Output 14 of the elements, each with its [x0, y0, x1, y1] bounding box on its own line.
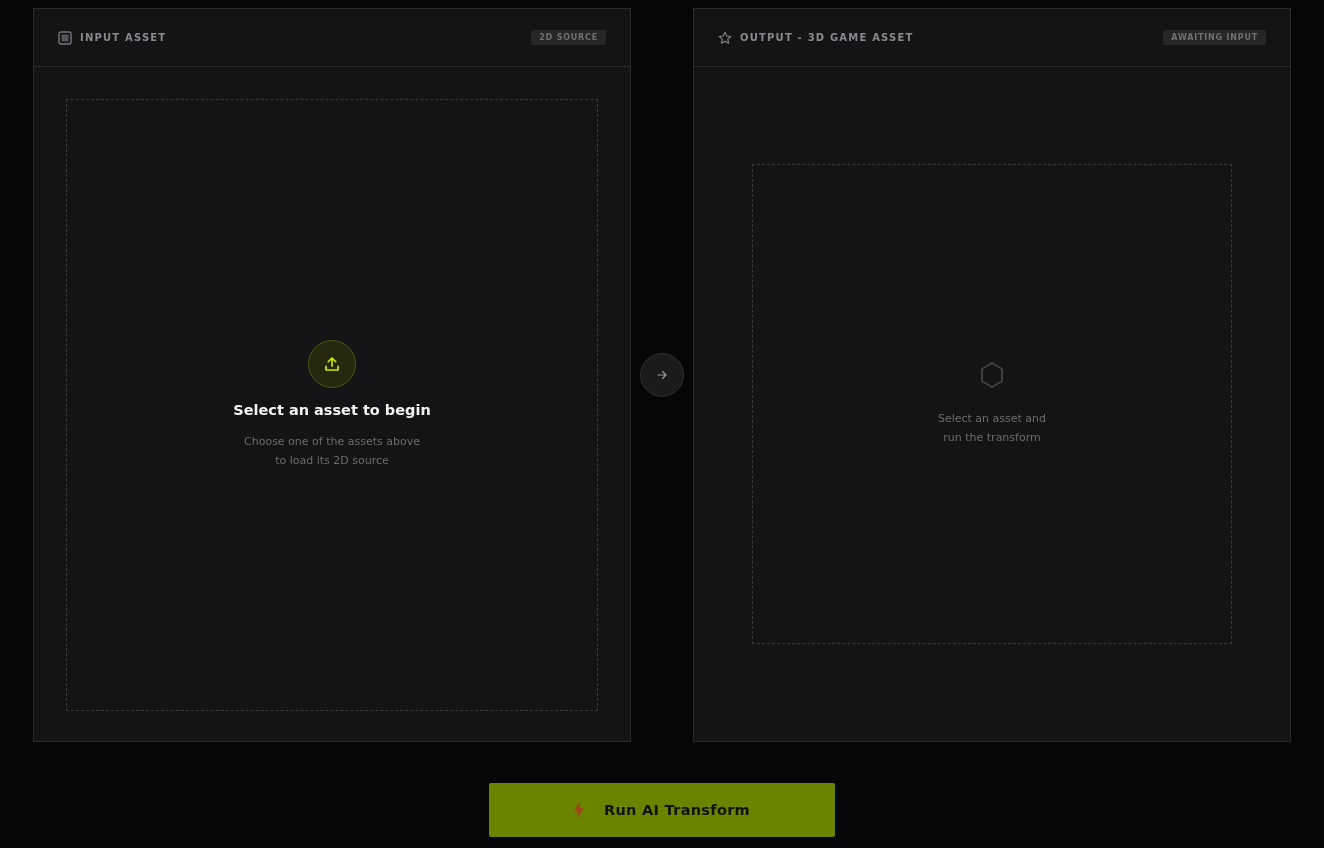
hexagon-icon [979, 361, 1005, 389]
panel-title: OUTPUT - 3D GAME ASSET [740, 32, 914, 43]
square-icon [58, 30, 72, 45]
empty-message: Select an asset and run the transform [937, 411, 1047, 446]
panel-title: INPUT ASSET [80, 32, 167, 43]
upload-icon[interactable] [308, 340, 356, 388]
drop-zone[interactable]: Select an asset to begin Choose one of the assets above to load its 2D source [66, 99, 598, 711]
status-badge: AWAITING INPUT [1163, 30, 1266, 45]
run-transform-button[interactable]: Run AI Transform [489, 783, 835, 837]
star-icon [718, 30, 732, 45]
empty-heading: Select an asset to begin [233, 402, 431, 418]
status-badge: 2D SOURCE [531, 30, 606, 45]
lightning-icon [573, 801, 584, 819]
empty-message: Choose one of the assets above to load its 2D source [244, 434, 420, 469]
